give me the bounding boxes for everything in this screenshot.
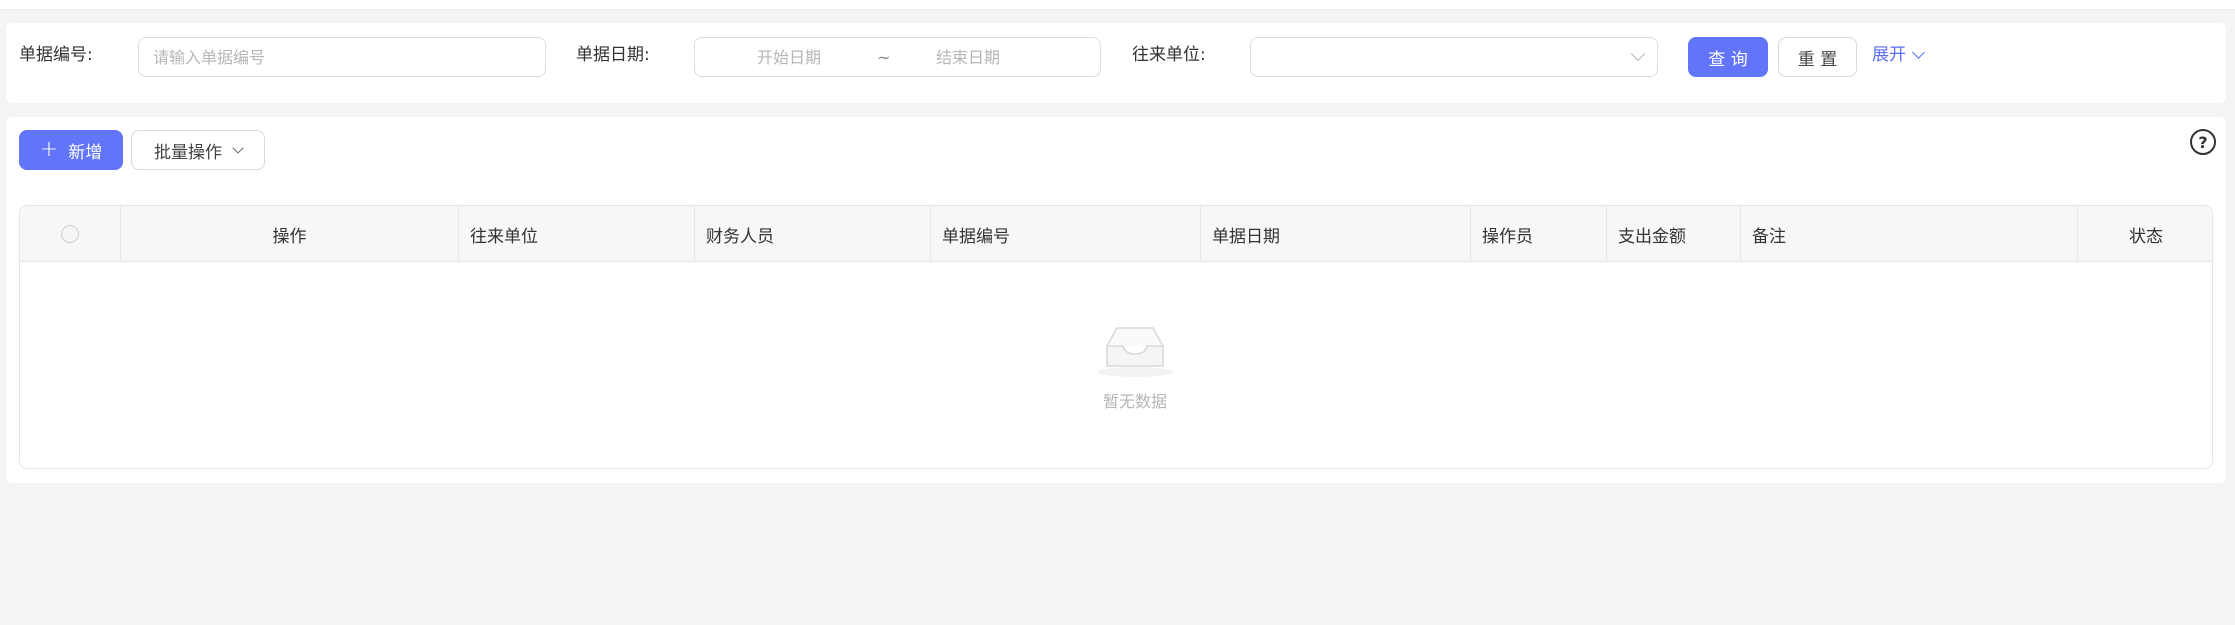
query-button[interactable]: 查 询 bbox=[1688, 37, 1768, 77]
inbox-icon bbox=[1097, 327, 1173, 377]
add-button-label: 新增 bbox=[68, 142, 103, 163]
partner-select[interactable] bbox=[1250, 37, 1658, 77]
column-header-finance-staff[interactable]: 财务人员 bbox=[695, 206, 931, 262]
doc-no-input-wrapper[interactable] bbox=[138, 37, 546, 77]
expand-link-label: 展开 bbox=[1872, 45, 1906, 65]
column-header-status[interactable]: 状态 bbox=[2078, 206, 2212, 262]
doc-date-label: 单据日期: bbox=[576, 45, 650, 65]
reset-button[interactable]: 重 置 bbox=[1778, 37, 1857, 77]
top-bar bbox=[0, 0, 2235, 10]
plus-icon: + bbox=[39, 137, 59, 162]
empty-text: 暂无数据 bbox=[1102, 392, 1167, 411]
data-table: 操作 往来单位 财务人员 单据编号 单据日期 操作员 支出金额 备注 状态 暂无… bbox=[19, 205, 2213, 469]
start-date-input[interactable]: 开始日期 bbox=[757, 47, 821, 69]
search-panel: 单据编号: 单据日期: 开始日期 ~ 结束日期 往来单位: 查 询 重 置 展开 bbox=[6, 23, 2226, 103]
batch-operation-label: 批量操作 bbox=[154, 142, 222, 163]
end-date-input[interactable]: 结束日期 bbox=[936, 47, 1000, 69]
expand-link[interactable]: 展开 bbox=[1872, 43, 1925, 67]
column-header-partner[interactable]: 往来单位 bbox=[459, 206, 695, 262]
column-header-expense-amount[interactable]: 支出金额 bbox=[1607, 206, 1741, 262]
add-button[interactable]: + 新增 bbox=[19, 130, 123, 170]
date-separator: ~ bbox=[877, 48, 891, 67]
date-range-picker[interactable]: 开始日期 ~ 结束日期 bbox=[694, 37, 1101, 77]
doc-no-label: 单据编号: bbox=[19, 45, 93, 65]
chevron-down-icon bbox=[232, 142, 244, 154]
table-header: 操作 往来单位 财务人员 单据编号 单据日期 操作员 支出金额 备注 状态 bbox=[20, 206, 2212, 262]
column-header-remark[interactable]: 备注 bbox=[1741, 206, 2078, 262]
select-all-cell bbox=[20, 206, 121, 262]
empty-state: 暂无数据 bbox=[1080, 322, 1190, 412]
column-header-doc-no[interactable]: 单据编号 bbox=[931, 206, 1201, 262]
list-panel: + 新增 批量操作 ? 操作 往来单位 财务人员 单据编号 单据日期 操作员 支… bbox=[6, 117, 2226, 483]
column-header-operator[interactable]: 操作员 bbox=[1471, 206, 1607, 262]
chevron-down-icon bbox=[1912, 46, 1925, 59]
chevron-down-icon bbox=[1630, 46, 1646, 62]
column-header-doc-date[interactable]: 单据日期 bbox=[1201, 206, 1471, 262]
doc-no-input[interactable] bbox=[139, 38, 545, 76]
batch-operation-button[interactable]: 批量操作 bbox=[131, 130, 265, 170]
partner-label: 往来单位: bbox=[1132, 45, 1206, 65]
column-header-actions[interactable]: 操作 bbox=[121, 206, 459, 262]
question-circle-icon[interactable]: ? bbox=[2190, 129, 2216, 155]
select-all-checkbox[interactable] bbox=[61, 225, 79, 243]
